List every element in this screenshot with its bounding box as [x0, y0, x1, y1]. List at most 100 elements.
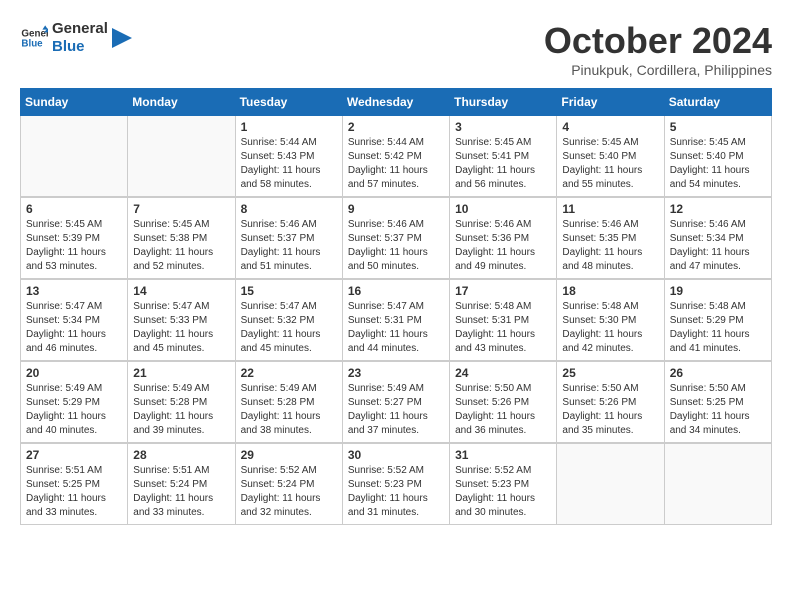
- day-number: 18: [562, 284, 658, 298]
- day-number: 11: [562, 202, 658, 216]
- day-number: 8: [241, 202, 337, 216]
- day-number: 20: [26, 366, 122, 380]
- day-info: Sunrise: 5:48 AM Sunset: 5:31 PM Dayligh…: [455, 300, 551, 356]
- day-info: Sunrise: 5:50 AM Sunset: 5:25 PM Dayligh…: [670, 382, 766, 438]
- day-info: Sunrise: 5:48 AM Sunset: 5:30 PM Dayligh…: [562, 300, 658, 356]
- day-number: 9: [348, 202, 444, 216]
- calendar-cell: 18 Sunrise: 5:48 AM Sunset: 5:30 PM Dayli…: [557, 279, 664, 361]
- day-info: Sunrise: 5:46 AM Sunset: 5:35 PM Dayligh…: [562, 218, 658, 274]
- calendar-cell: [21, 116, 128, 198]
- location-subtitle: Pinukpuk, Cordillera, Philippines: [544, 62, 772, 78]
- day-info: Sunrise: 5:49 AM Sunset: 5:28 PM Dayligh…: [241, 382, 337, 438]
- day-info: Sunrise: 5:48 AM Sunset: 5:29 PM Dayligh…: [670, 300, 766, 356]
- weekday-header: Saturday: [664, 89, 771, 116]
- calendar-cell: 1 Sunrise: 5:44 AM Sunset: 5:43 PM Daylig…: [235, 116, 342, 198]
- day-info: Sunrise: 5:44 AM Sunset: 5:42 PM Dayligh…: [348, 136, 444, 192]
- day-info: Sunrise: 5:51 AM Sunset: 5:25 PM Dayligh…: [26, 464, 122, 520]
- day-number: 26: [670, 366, 766, 380]
- calendar-cell: 3 Sunrise: 5:45 AM Sunset: 5:41 PM Daylig…: [450, 116, 557, 198]
- calendar-cell: 22Sunrise: 5:49 AM Sunset: 5:28 PM Dayli…: [235, 361, 342, 443]
- calendar-cell: 8 Sunrise: 5:46 AM Sunset: 5:37 PM Daylig…: [235, 197, 342, 279]
- day-info: Sunrise: 5:45 AM Sunset: 5:40 PM Dayligh…: [562, 136, 658, 192]
- day-info: Sunrise: 5:45 AM Sunset: 5:38 PM Dayligh…: [133, 218, 229, 274]
- day-number: 12: [670, 202, 766, 216]
- day-number: 29: [241, 448, 337, 462]
- calendar-cell: 31Sunrise: 5:52 AM Sunset: 5:23 PM Dayli…: [450, 443, 557, 525]
- calendar-cell: 28 Sunrise: 5:51 AM Sunset: 5:24 PM Dayli…: [128, 443, 235, 525]
- day-info: Sunrise: 5:49 AM Sunset: 5:28 PM Dayligh…: [133, 382, 229, 438]
- day-info: Sunrise: 5:47 AM Sunset: 5:33 PM Dayligh…: [133, 300, 229, 356]
- calendar-cell: 2Sunrise: 5:44 AM Sunset: 5:42 PM Daylig…: [342, 116, 449, 198]
- day-info: Sunrise: 5:49 AM Sunset: 5:27 PM Dayligh…: [348, 382, 444, 438]
- logo-text-general: General: [52, 20, 108, 38]
- logo-icon: General Blue: [20, 24, 48, 52]
- day-number: 13: [26, 284, 122, 298]
- day-number: 1: [241, 120, 337, 134]
- calendar-cell: 5Sunrise: 5:45 AM Sunset: 5:40 PM Daylig…: [664, 116, 771, 198]
- calendar-cell: 23 Sunrise: 5:49 AM Sunset: 5:27 PM Dayli…: [342, 361, 449, 443]
- calendar-cell: 14 Sunrise: 5:47 AM Sunset: 5:33 PM Dayli…: [128, 279, 235, 361]
- weekday-header: Wednesday: [342, 89, 449, 116]
- calendar-cell: 30 Sunrise: 5:52 AM Sunset: 5:23 PM Dayli…: [342, 443, 449, 525]
- day-number: 14: [133, 284, 229, 298]
- day-number: 17: [455, 284, 551, 298]
- day-number: 19: [670, 284, 766, 298]
- day-info: Sunrise: 5:45 AM Sunset: 5:41 PM Dayligh…: [455, 136, 551, 192]
- calendar-cell: 4 Sunrise: 5:45 AM Sunset: 5:40 PM Daylig…: [557, 116, 664, 198]
- day-number: 25: [562, 366, 658, 380]
- day-info: Sunrise: 5:45 AM Sunset: 5:40 PM Dayligh…: [670, 136, 766, 192]
- calendar-cell: [664, 443, 771, 525]
- day-number: 24: [455, 366, 551, 380]
- day-info: Sunrise: 5:50 AM Sunset: 5:26 PM Dayligh…: [455, 382, 551, 438]
- day-info: Sunrise: 5:46 AM Sunset: 5:37 PM Dayligh…: [241, 218, 337, 274]
- day-number: 7: [133, 202, 229, 216]
- day-number: 27: [26, 448, 122, 462]
- day-info: Sunrise: 5:52 AM Sunset: 5:23 PM Dayligh…: [348, 464, 444, 520]
- day-info: Sunrise: 5:47 AM Sunset: 5:31 PM Dayligh…: [348, 300, 444, 356]
- page-header: General Blue General Blue October 2024 P…: [20, 20, 772, 78]
- weekday-header: Tuesday: [235, 89, 342, 116]
- day-number: 3: [455, 120, 551, 134]
- day-info: Sunrise: 5:46 AM Sunset: 5:36 PM Dayligh…: [455, 218, 551, 274]
- calendar-cell: 26 Sunrise: 5:50 AM Sunset: 5:25 PM Dayli…: [664, 361, 771, 443]
- day-number: 28: [133, 448, 229, 462]
- svg-text:Blue: Blue: [21, 38, 43, 49]
- weekday-header: Thursday: [450, 89, 557, 116]
- day-info: Sunrise: 5:46 AM Sunset: 5:37 PM Dayligh…: [348, 218, 444, 274]
- logo: General Blue General Blue: [20, 20, 132, 56]
- logo-text-blue: Blue: [52, 38, 108, 56]
- calendar-cell: 25Sunrise: 5:50 AM Sunset: 5:26 PM Dayli…: [557, 361, 664, 443]
- calendar-table: SundayMondayTuesdayWednesdayThursdayFrid…: [20, 88, 772, 525]
- calendar-week-row: 13 Sunrise: 5:47 AM Sunset: 5:34 PM Dayli…: [21, 279, 772, 361]
- day-number: 30: [348, 448, 444, 462]
- calendar-header-row: SundayMondayTuesdayWednesdayThursdayFrid…: [21, 89, 772, 116]
- weekday-header: Monday: [128, 89, 235, 116]
- calendar-cell: 20 Sunrise: 5:49 AM Sunset: 5:29 PM Dayli…: [21, 361, 128, 443]
- calendar-cell: 24 Sunrise: 5:50 AM Sunset: 5:26 PM Dayli…: [450, 361, 557, 443]
- calendar-cell: 12 Sunrise: 5:46 AM Sunset: 5:34 PM Dayli…: [664, 197, 771, 279]
- day-number: 15: [241, 284, 337, 298]
- day-info: Sunrise: 5:45 AM Sunset: 5:39 PM Dayligh…: [26, 218, 122, 274]
- weekday-header: Sunday: [21, 89, 128, 116]
- day-info: Sunrise: 5:51 AM Sunset: 5:24 PM Dayligh…: [133, 464, 229, 520]
- calendar-cell: 7 Sunrise: 5:45 AM Sunset: 5:38 PM Daylig…: [128, 197, 235, 279]
- day-number: 16: [348, 284, 444, 298]
- day-info: Sunrise: 5:47 AM Sunset: 5:34 PM Dayligh…: [26, 300, 122, 356]
- day-number: 4: [562, 120, 658, 134]
- day-info: Sunrise: 5:49 AM Sunset: 5:29 PM Dayligh…: [26, 382, 122, 438]
- calendar-cell: 27 Sunrise: 5:51 AM Sunset: 5:25 PM Dayli…: [21, 443, 128, 525]
- logo-arrow-icon: [112, 28, 132, 48]
- calendar-cell: 6Sunrise: 5:45 AM Sunset: 5:39 PM Daylig…: [21, 197, 128, 279]
- day-info: Sunrise: 5:46 AM Sunset: 5:34 PM Dayligh…: [670, 218, 766, 274]
- day-info: Sunrise: 5:52 AM Sunset: 5:24 PM Dayligh…: [241, 464, 337, 520]
- day-number: 31: [455, 448, 551, 462]
- calendar-cell: 16 Sunrise: 5:47 AM Sunset: 5:31 PM Dayli…: [342, 279, 449, 361]
- calendar-cell: 15 Sunrise: 5:47 AM Sunset: 5:32 PM Dayli…: [235, 279, 342, 361]
- day-number: 23: [348, 366, 444, 380]
- weekday-header: Friday: [557, 89, 664, 116]
- calendar-cell: [557, 443, 664, 525]
- day-info: Sunrise: 5:44 AM Sunset: 5:43 PM Dayligh…: [241, 136, 337, 192]
- day-info: Sunrise: 5:47 AM Sunset: 5:32 PM Dayligh…: [241, 300, 337, 356]
- calendar-cell: 11 Sunrise: 5:46 AM Sunset: 5:35 PM Dayli…: [557, 197, 664, 279]
- calendar-cell: 19 Sunrise: 5:48 AM Sunset: 5:29 PM Dayli…: [664, 279, 771, 361]
